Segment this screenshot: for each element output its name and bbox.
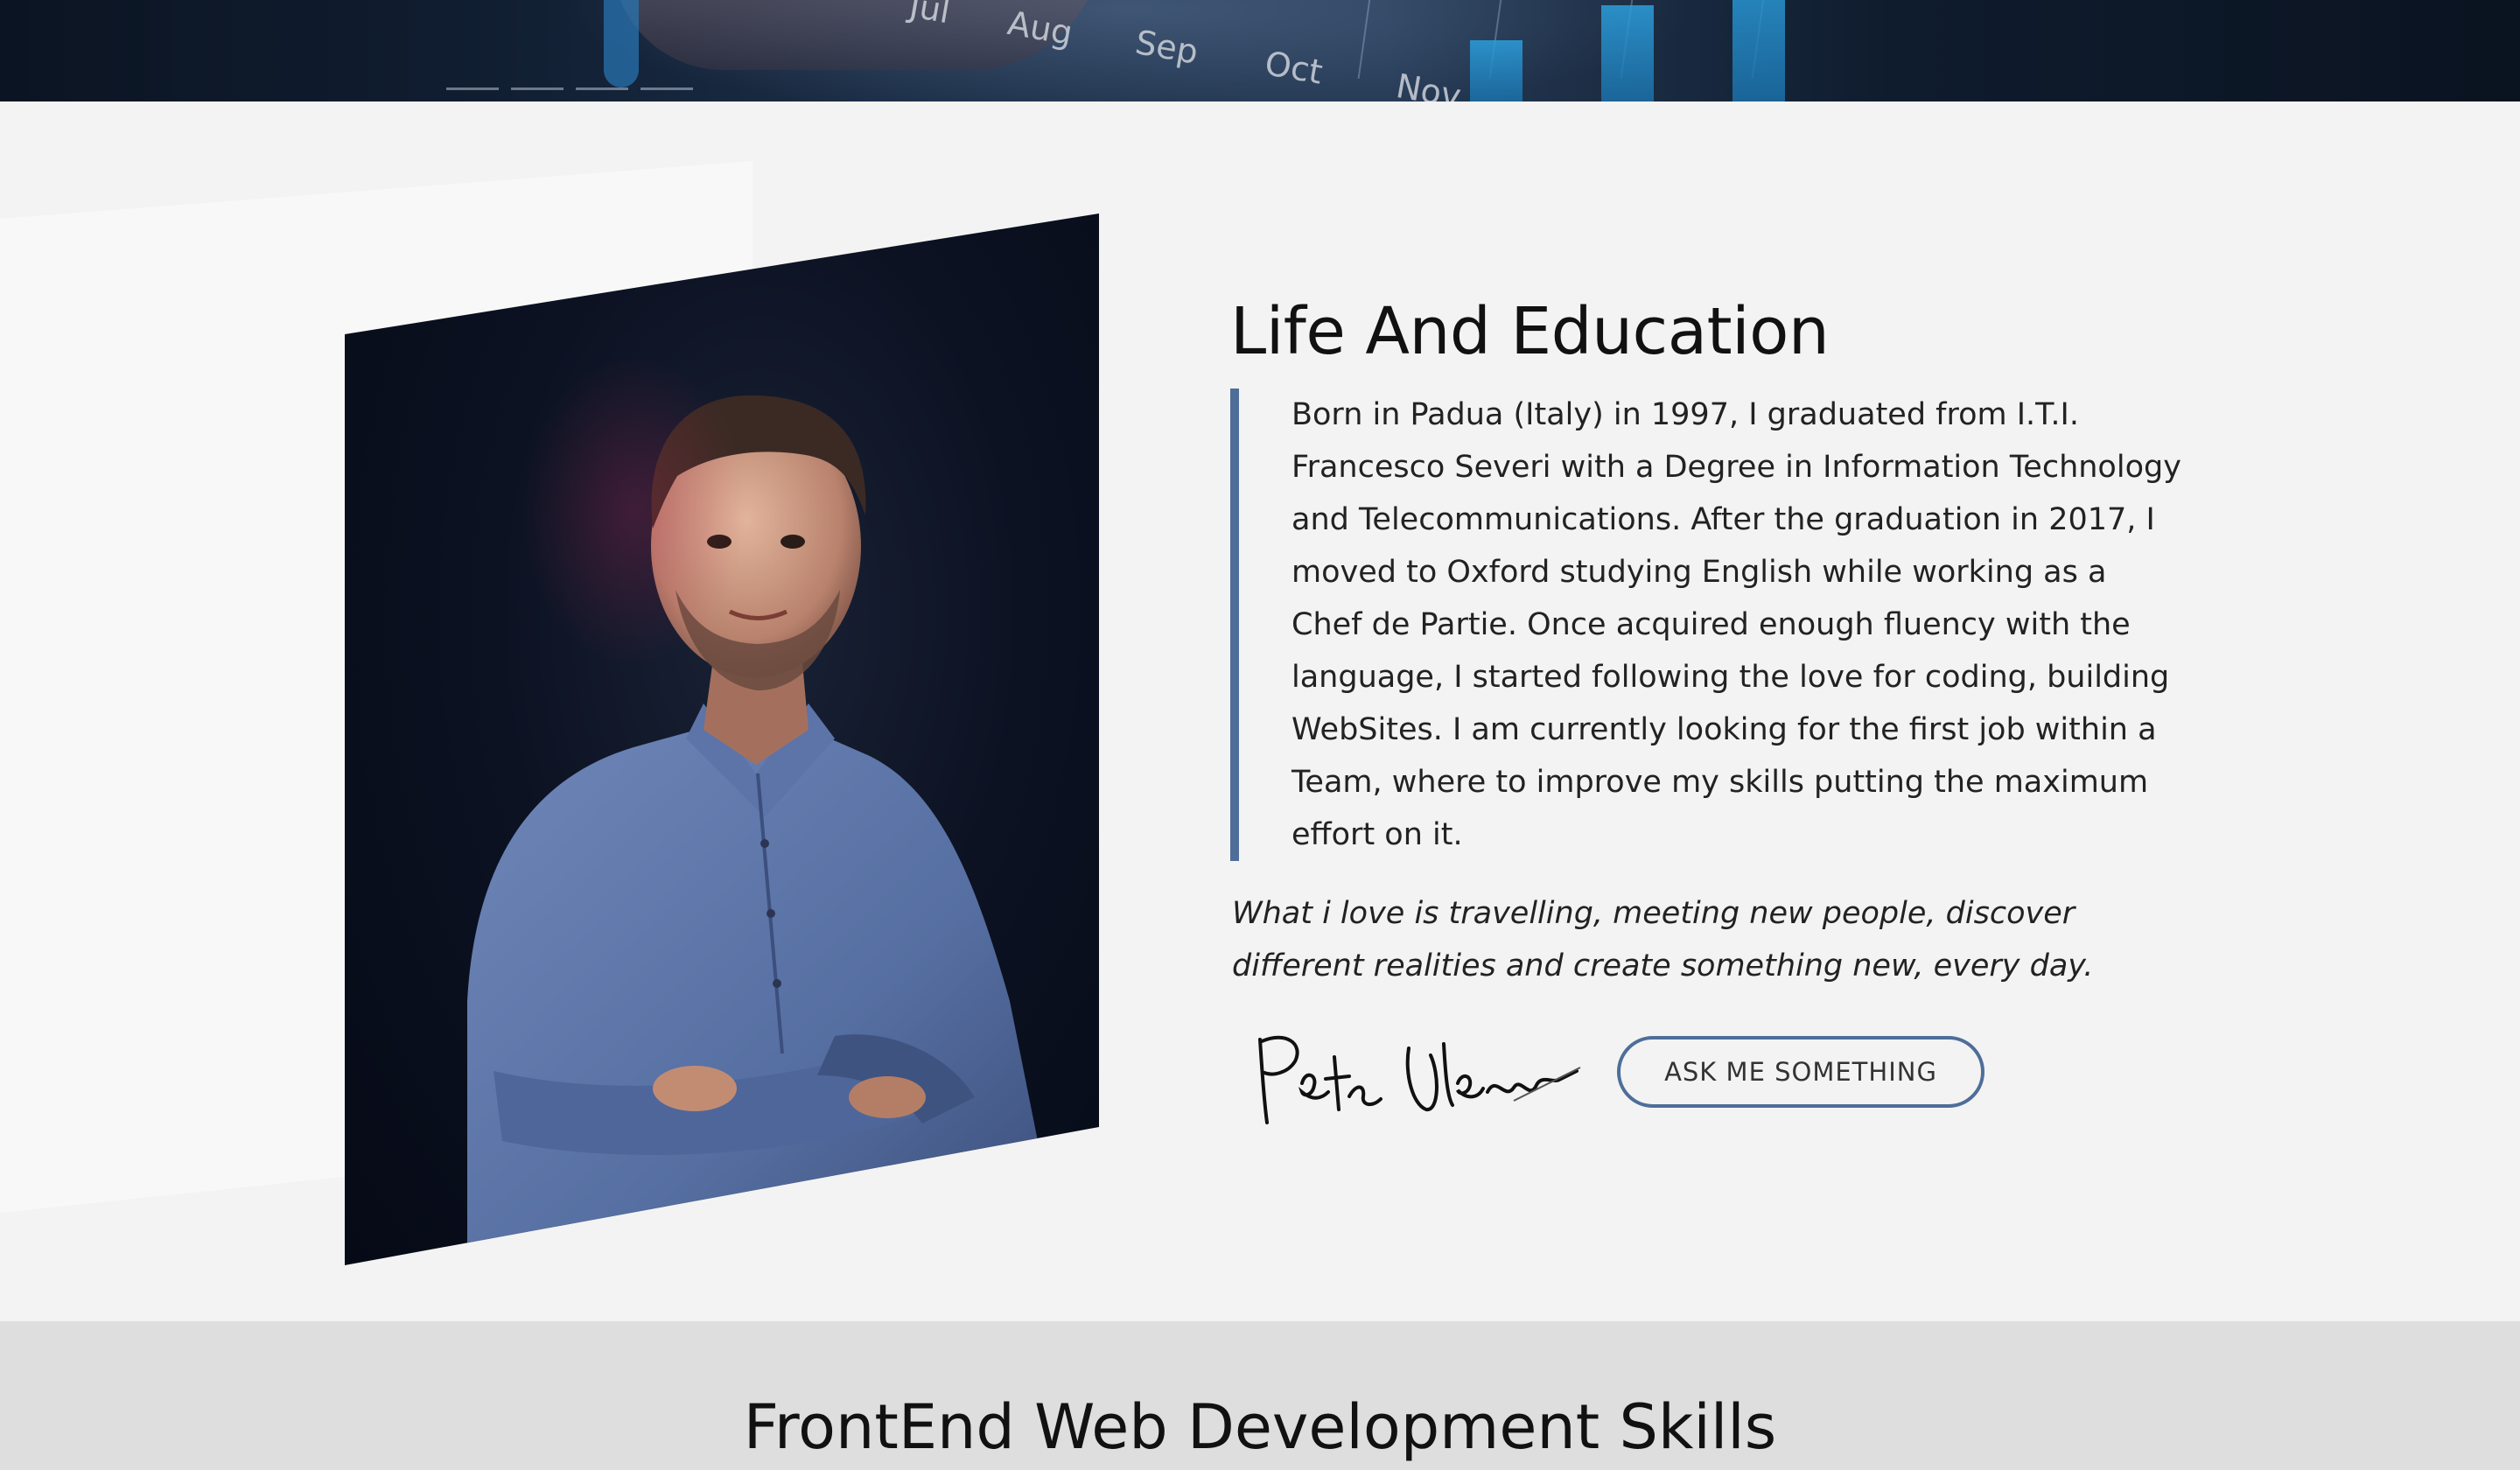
bio-paragraph: Born in Padua (Italy) in 1997, I graduat… xyxy=(1292,397,2181,852)
about-heading: Life And Education xyxy=(1230,294,1830,369)
ask-me-something-button[interactable]: ASK ME SOMETHING xyxy=(1617,1036,1984,1108)
hero-watch-image xyxy=(604,0,639,88)
skills-section: FrontEnd Web Development Skills xyxy=(0,1321,2520,1470)
profile-photo xyxy=(345,214,1099,1265)
hero-banner: Jul Aug Sep Oct Nov xyxy=(0,0,2520,102)
bio-blockquote: Born in Padua (Italy) in 1997, I graduat… xyxy=(1230,388,2184,861)
love-statement: What i love is travelling, meeting new p… xyxy=(1232,896,2094,984)
about-section: Life And Education Born in Padua (Italy)… xyxy=(0,102,2520,1321)
signature-image xyxy=(1258,1035,1581,1124)
hero-icon-row xyxy=(446,88,814,102)
skills-heading: FrontEnd Web Development Skills xyxy=(743,1391,1777,1463)
